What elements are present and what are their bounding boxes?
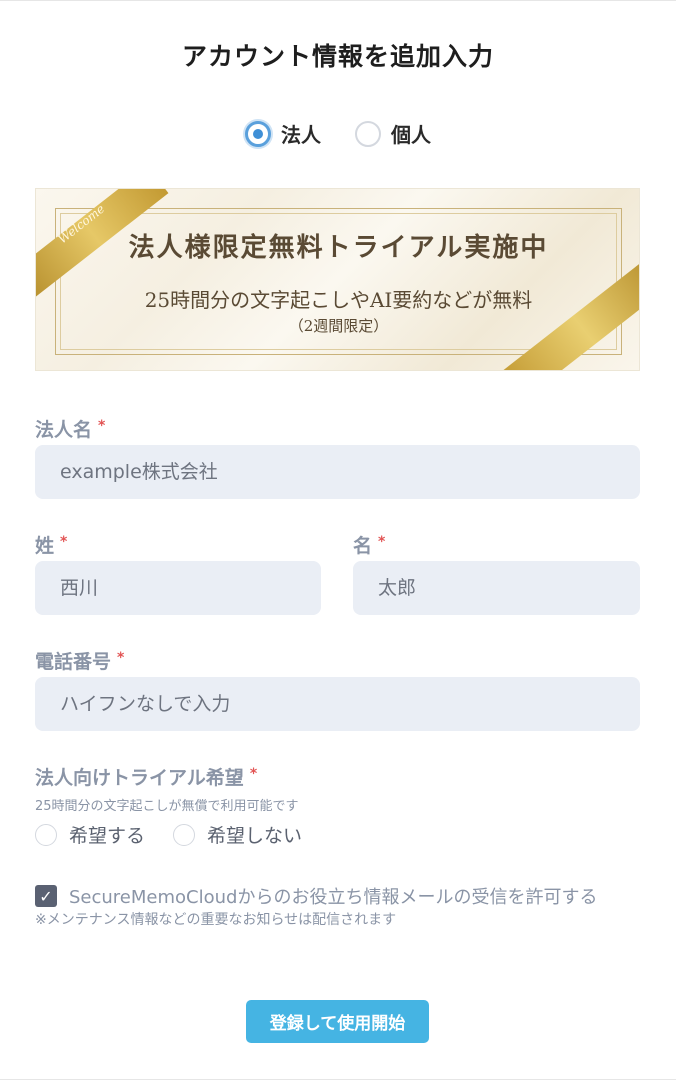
last-name-input[interactable] [35,561,321,615]
trial-option-yes-label: 希望する [69,825,146,847]
phone-label: 電話番号 * [35,647,124,674]
trial-option-no-label: 希望しない [207,825,303,847]
banner-note: （2週間限定） [288,317,389,335]
page-title: アカウント情報を追加入力 [181,42,494,71]
trial-label: 法人向けトライアル希望 * [35,763,257,790]
account-type-corporate[interactable]: 法人 [245,119,321,148]
register-start-button[interactable]: 登録して使用開始 [246,1000,429,1043]
first-name-label: 名 * [353,531,385,558]
banner-subline: 25時間分の文字起こしやAI要約などが無料 [144,288,533,312]
required-mark: * [98,418,106,434]
trial-option-no[interactable]: 希望しない [173,821,302,848]
account-type-individual[interactable]: 個人 [355,119,431,148]
required-mark: * [117,650,125,666]
first-name-input[interactable] [353,561,640,615]
company-name-input[interactable] [35,445,640,499]
account-type-corporate-label: 法人 [281,123,321,147]
trial-promo-banner: Welcome 法人様限定無料トライアル実施中 25時間分の文字起こしやAI要約… [35,188,640,371]
company-name-label-text: 法人名 [35,419,93,441]
account-type-individual-label: 個人 [391,123,431,147]
radio-unchecked-icon[interactable] [355,120,381,147]
radio-checked-icon[interactable] [245,120,271,147]
consent-label[interactable]: SecureMemoCloudからのお役立ち情報メールの受信を許可する [69,883,597,909]
trial-hint: 25時間分の文字起こしが無償で利用可能です [35,799,299,814]
phone-label-text: 電話番号 [35,651,112,673]
page-frame: アカウント情報を追加入力 法人 個人 Welcome 法人様限定無料トライアル実… [0,0,676,1080]
trial-options: 希望する 希望しない [35,821,302,848]
first-name-label-text: 名 [353,535,373,557]
consent-note: ※メンテナンス情報などの重要なお知らせは配信されます [35,912,397,928]
phone-input[interactable] [35,677,640,731]
trial-label-text: 法人向けトライアル希望 [35,767,244,789]
banner-headline: 法人様限定無料トライアル実施中 [128,233,549,263]
required-mark: * [378,534,386,550]
checkbox-checked-icon[interactable]: ✓ [35,885,57,907]
required-mark: * [249,766,258,782]
account-type-selector: 法人 個人 [0,119,676,148]
last-name-label: 姓 * [35,531,67,558]
required-mark: * [60,534,68,550]
trial-option-yes[interactable]: 希望する [35,821,145,848]
radio-unchecked-icon[interactable] [173,823,196,846]
newsletter-consent: ✓ SecureMemoCloudからのお役立ち情報メールの受信を許可する [35,883,597,909]
radio-unchecked-icon[interactable] [35,823,57,846]
company-name-label: 法人名 * [35,415,105,442]
last-name-label-text: 姓 [35,535,55,557]
